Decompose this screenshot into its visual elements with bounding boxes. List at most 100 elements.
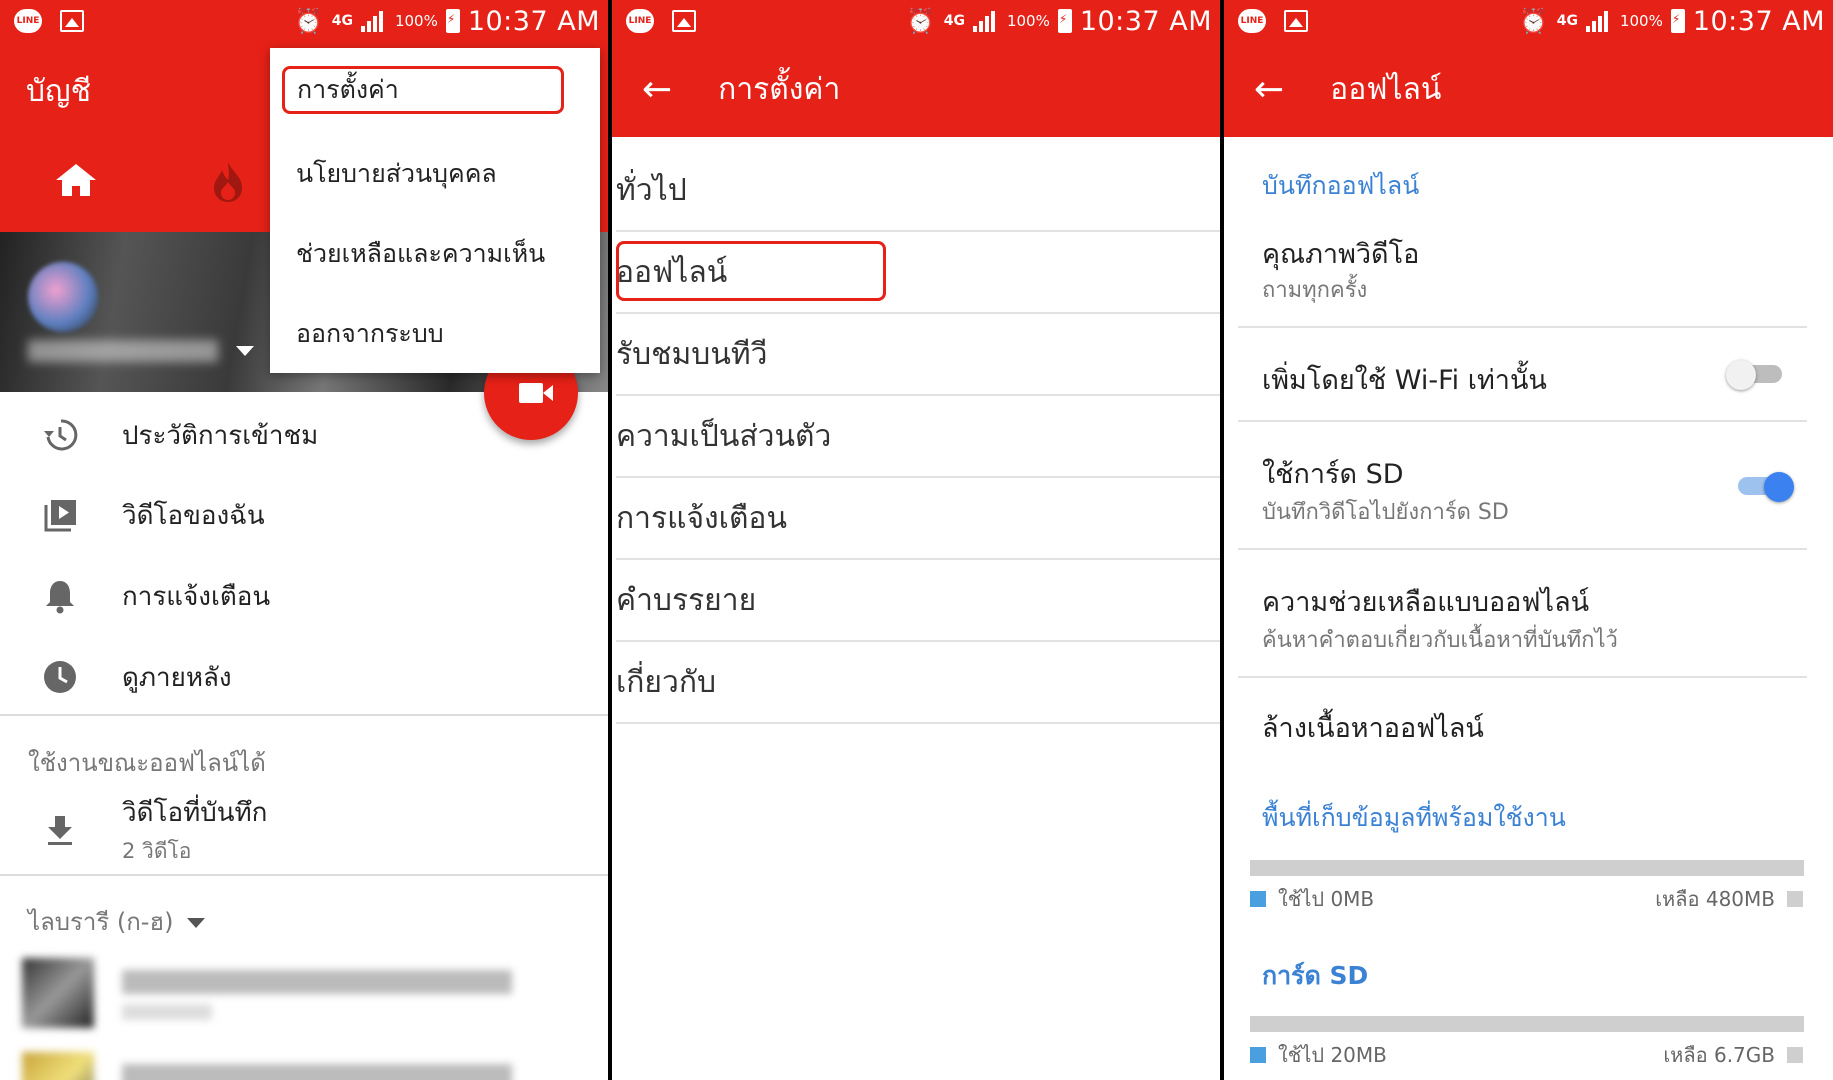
menu-item-sign-out[interactable]: ออกจากระบบ <box>296 314 444 354</box>
nav-my-videos[interactable]: วิดีโอของฉัน <box>0 480 608 550</box>
free-swatch <box>1787 891 1803 907</box>
dropdown-arrow-icon <box>187 918 206 928</box>
setting-title: ความช่วยเหลือแบบออฟไลน์ <box>1262 587 1590 618</box>
settings-item-notifications[interactable]: การแจ้งเตือน <box>616 478 1220 560</box>
section-header-save: บันทึกออฟไลน์ <box>1262 171 1420 200</box>
download-icon <box>40 810 80 850</box>
clock: 10:37 AM <box>1692 5 1825 37</box>
gallery-icon <box>1284 10 1308 32</box>
avatar[interactable] <box>28 262 98 332</box>
nav-watch-later[interactable]: ดูภายหลัง <box>0 642 608 712</box>
home-icon[interactable] <box>54 162 98 198</box>
settings-item-privacy[interactable]: ความเป็นส่วนตัว <box>616 396 1220 478</box>
page-title: การตั้งค่า <box>718 72 841 107</box>
library-sort[interactable]: ไลบรารี (ก-ฮ) <box>28 902 206 941</box>
setting-video-quality[interactable]: คุณภาพวิดีโอ ถามทุกครั้ง <box>1238 216 1807 328</box>
saved-count: 2 วิดีโอ <box>122 839 192 863</box>
internal-storage-legend: ใช้ไป 0MB เหลือ 480MB <box>1250 886 1803 912</box>
clock-icon <box>40 657 80 697</box>
nav-history[interactable]: ประวัติการเข้าชม <box>0 400 608 470</box>
battery-percent: 100% <box>1619 12 1663 30</box>
battery-percent: 100% <box>1006 12 1050 30</box>
nav-label: วิดีโอของฉัน <box>122 500 265 531</box>
app-bar: ← ออฟไลน์ <box>1224 42 1833 137</box>
settings-item-about[interactable]: เกี่ยวกับ <box>616 642 1220 724</box>
wifi-only-toggle[interactable] <box>1726 360 1786 390</box>
network-label: 4G <box>943 13 965 29</box>
list-item[interactable] <box>22 958 528 1038</box>
section-header-sd: การ์ด SD <box>1262 961 1369 990</box>
settings-panel: LINE ⏰ 4G 100% 10:37 AM ← การตั้งค่า ทั่… <box>612 0 1220 1080</box>
settings-item-general[interactable]: ทั่วไป <box>616 150 1220 232</box>
back-arrow-icon[interactable]: ← <box>1254 71 1284 108</box>
divider <box>0 714 608 716</box>
gallery-icon <box>60 10 84 32</box>
status-bar: LINE ⏰ 4G 100% 10:37 AM <box>612 0 1220 42</box>
account-panel: LINE ⏰ 4G 100% 10:37 AM บัญชี การตั้งค่า… <box>0 0 608 1080</box>
alarm-icon: ⏰ <box>293 7 324 35</box>
back-arrow-icon[interactable]: ← <box>642 71 672 108</box>
section-header-storage: พื้นที่เก็บข้อมูลที่พร้อมใช้งาน <box>1262 803 1566 832</box>
internal-storage-bar <box>1250 860 1804 876</box>
network-label: 4G <box>1556 13 1578 29</box>
playlist-thumbnail <box>22 958 94 1028</box>
setting-sd-card[interactable]: ใช้การ์ด SD บันทึกวิดีโอไปยังการ์ด SD <box>1238 422 1807 550</box>
page-title: บัญชี <box>26 74 91 109</box>
my-videos-icon <box>40 495 80 535</box>
free-swatch <box>1787 1047 1803 1063</box>
nav-label: การแจ้งเตือน <box>122 581 271 612</box>
menu-item-settings[interactable]: การตั้งค่า <box>282 66 564 114</box>
nav-label: วิดีโอที่บันทึก <box>122 798 268 828</box>
signal-icon <box>972 10 999 32</box>
status-bar: LINE ⏰ 4G 100% 10:37 AM <box>0 0 608 42</box>
setting-subtitle: บันทึกวิดีโอไปยังการ์ด SD <box>1262 500 1509 525</box>
status-bar: LINE ⏰ 4G 100% 10:37 AM <box>1224 0 1833 42</box>
history-icon <box>40 415 80 455</box>
sd-used: ใช้ไป 20MB <box>1278 1043 1387 1067</box>
sd-free: เหลือ 6.7GB <box>1663 1043 1775 1067</box>
highlight-box <box>616 241 886 301</box>
used-swatch <box>1250 891 1266 907</box>
list-item[interactable] <box>22 1052 528 1080</box>
battery-charging-icon <box>1057 9 1072 33</box>
offline-panel: LINE ⏰ 4G 100% 10:37 AM ← ออฟไลน์ บันทึก… <box>1224 0 1833 1080</box>
setting-title: คุณภาพวิดีโอ <box>1262 239 1420 270</box>
playlist-count-blurred <box>122 1004 212 1020</box>
internal-used: ใช้ไป 0MB <box>1278 887 1375 911</box>
setting-clear-offline[interactable]: ล้างเนื้อหาออฟไลน์ <box>1238 678 1807 768</box>
settings-item-tv[interactable]: รับชมบนทีวี <box>616 314 1220 396</box>
offline-section-label: ใช้งานขณะออฟไลน์ได้ <box>28 749 266 777</box>
menu-item-privacy[interactable]: นโยบายส่วนบุคคล <box>296 154 497 194</box>
settings-item-captions[interactable]: คำบรรยาย <box>616 560 1220 642</box>
account-switch-icon[interactable] <box>236 346 254 356</box>
battery-charging-icon <box>1670 9 1685 33</box>
internal-free: เหลือ 480MB <box>1655 887 1775 911</box>
line-app-icon: LINE <box>1238 9 1266 33</box>
signal-icon <box>1585 10 1612 32</box>
setting-title: ล้างเนื้อหาออฟไลน์ <box>1262 713 1484 744</box>
nav-label: ประวัติการเข้าชม <box>122 420 319 451</box>
nav-saved-videos[interactable]: วิดีโอที่บันทึก 2 วิดีโอ <box>0 790 608 870</box>
library-label: ไลบรารี (ก-ฮ) <box>28 908 174 936</box>
setting-subtitle: ถามทุกครั้ง <box>1262 278 1368 303</box>
setting-wifi-only[interactable]: เพิ่มโดยใช้ Wi-Fi เท่านั้น <box>1238 328 1807 422</box>
menu-item-help[interactable]: ช่วยเหลือและความเห็น <box>296 234 545 274</box>
account-name-blurred <box>28 340 218 362</box>
setting-title: ใช้การ์ด SD <box>1262 459 1404 490</box>
alarm-icon: ⏰ <box>905 7 936 35</box>
battery-charging-icon <box>445 9 460 33</box>
page-title: ออฟไลน์ <box>1330 72 1442 107</box>
overflow-menu: การตั้งค่า นโยบายส่วนบุคคล ช่วยเหลือและค… <box>270 48 600 373</box>
clock: 10:37 AM <box>1079 5 1212 37</box>
network-label: 4G <box>331 13 353 29</box>
clock: 10:37 AM <box>467 5 600 37</box>
nav-notifications[interactable]: การแจ้งเตือน <box>0 561 608 631</box>
setting-offline-help[interactable]: ความช่วยเหลือแบบออฟไลน์ ค้นหาคำตอบเกี่ยว… <box>1238 550 1807 678</box>
trending-icon[interactable] <box>208 160 248 204</box>
gallery-icon <box>672 10 696 32</box>
sd-card-toggle[interactable] <box>1734 472 1794 502</box>
setting-subtitle: ค้นหาคำตอบเกี่ยวกับเนื้อหาที่บันทึกไว้ <box>1262 628 1618 653</box>
used-swatch <box>1250 1047 1266 1063</box>
bell-icon <box>40 576 80 616</box>
signal-icon <box>360 10 387 32</box>
